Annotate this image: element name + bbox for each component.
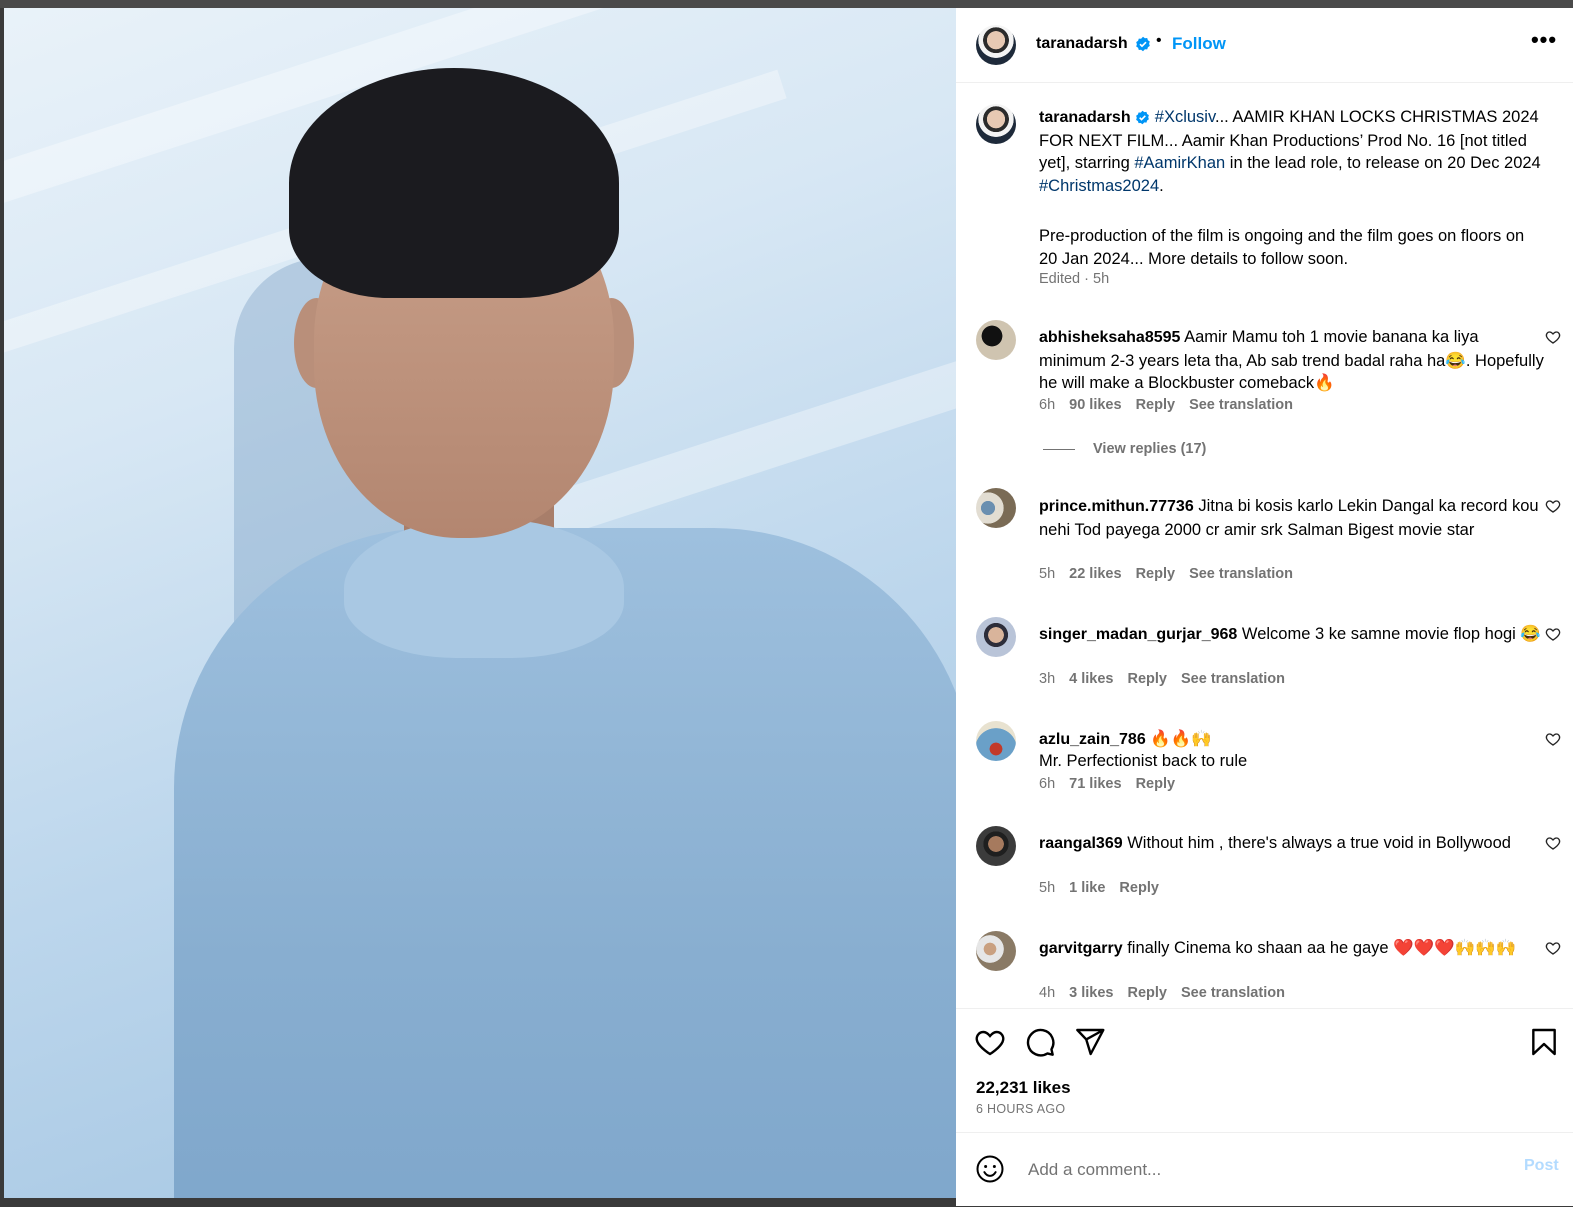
verified-badge-icon bbox=[1136, 36, 1150, 52]
comment-likes[interactable]: 71 likes bbox=[1069, 776, 1121, 792]
comment-username[interactable]: singer_madan_gurjar_968 bbox=[1039, 626, 1237, 643]
hashtag-link[interactable]: #Christmas2024 bbox=[1039, 177, 1159, 195]
comment-body: Welcome 3 ke samne movie flop hogi 😂 bbox=[1241, 625, 1541, 643]
comment-meta: 5h 22 likes Reply See translation bbox=[1039, 566, 1307, 582]
caption-paragraph-2: Pre-production of the film is ongoing an… bbox=[1039, 227, 1525, 268]
comment-likes[interactable]: 3 likes bbox=[1069, 985, 1113, 1001]
reply-button[interactable]: Reply bbox=[1119, 880, 1159, 896]
comment-time: 4h bbox=[1039, 985, 1056, 1001]
comment-username[interactable]: garvitgarry bbox=[1039, 940, 1123, 957]
top-strip bbox=[0, 0, 1573, 8]
comment-username[interactable]: prince.mithun.77736 bbox=[1039, 498, 1194, 515]
comment-body: 🔥🔥🙌 bbox=[1150, 730, 1212, 748]
avatar[interactable] bbox=[976, 488, 1016, 528]
avatar[interactable] bbox=[976, 721, 1016, 761]
comment-likes[interactable]: 1 like bbox=[1069, 880, 1105, 896]
comment-time: 5h bbox=[1039, 566, 1056, 582]
verified-badge-icon bbox=[1136, 110, 1150, 125]
comment-likes[interactable]: 22 likes bbox=[1069, 566, 1121, 582]
add-comment-bar: Post bbox=[956, 1132, 1573, 1207]
caption-body: in the lead role, to release on 20 Dec 2… bbox=[1225, 154, 1541, 173]
comment-username[interactable]: azlu_zain_786 bbox=[1039, 731, 1146, 748]
like-comment-icon[interactable] bbox=[1545, 835, 1561, 851]
view-replies-button[interactable]: View replies (17) bbox=[1093, 441, 1206, 457]
separator-dot: • bbox=[1156, 32, 1162, 49]
likes-count[interactable]: 22,231 likes bbox=[976, 1078, 1071, 1098]
see-translation-link[interactable]: See translation bbox=[1181, 671, 1285, 687]
hashtag-link[interactable]: #Xclusiv bbox=[1155, 108, 1215, 126]
save-bookmark-icon[interactable] bbox=[1528, 1026, 1560, 1058]
comment-time: 6h bbox=[1039, 776, 1056, 792]
caption-text: taranadarsh #Xclusiv... AAMIR KHAN LOCKS… bbox=[1039, 106, 1544, 197]
like-comment-icon[interactable] bbox=[1545, 498, 1561, 514]
post-actions: 22,231 likes 6 HOURS AGO bbox=[956, 1008, 1573, 1137]
reply-button[interactable]: Reply bbox=[1136, 776, 1176, 792]
reply-button[interactable]: Reply bbox=[1136, 397, 1176, 413]
comment-meta: 5h 1 like Reply bbox=[1039, 880, 1173, 896]
post-time-ago: 6 HOURS AGO bbox=[976, 1102, 1066, 1116]
avatar[interactable] bbox=[976, 617, 1016, 657]
comment-meta: 4h 3 likes Reply See translation bbox=[1039, 985, 1299, 1001]
avatar[interactable] bbox=[976, 25, 1016, 65]
see-translation-link[interactable]: See translation bbox=[1181, 985, 1285, 1001]
like-comment-icon[interactable] bbox=[1545, 940, 1561, 956]
comment-icon[interactable] bbox=[1024, 1026, 1056, 1058]
like-comment-icon[interactable] bbox=[1545, 731, 1561, 747]
comment-meta: 6h 90 likes Reply See translation bbox=[1039, 397, 1307, 413]
follow-button[interactable]: Follow bbox=[1172, 34, 1226, 54]
comment-username[interactable]: raangal369 bbox=[1039, 835, 1123, 852]
like-comment-icon[interactable] bbox=[1545, 626, 1561, 642]
hoodie-collar bbox=[344, 518, 624, 658]
see-translation-link[interactable]: See translation bbox=[1189, 566, 1293, 582]
comment-meta: 6h 71 likes Reply bbox=[1039, 776, 1189, 792]
post-header: taranadarsh • Follow ••• bbox=[956, 8, 1573, 83]
replies-line bbox=[1043, 449, 1075, 450]
avatar[interactable] bbox=[976, 931, 1016, 971]
caption-username[interactable]: taranadarsh bbox=[1039, 109, 1131, 126]
add-comment-input[interactable] bbox=[1026, 1155, 1490, 1185]
post-comment-button[interactable]: Post bbox=[1524, 1157, 1559, 1175]
reply-button[interactable]: Reply bbox=[1127, 671, 1167, 687]
caption-meta: Edited · 5h bbox=[1039, 271, 1123, 287]
comment-text: azlu_zain_786 🔥🔥🙌 bbox=[1039, 728, 1544, 752]
reply-button[interactable]: Reply bbox=[1136, 566, 1176, 582]
share-icon[interactable] bbox=[1074, 1026, 1106, 1058]
more-options-icon[interactable]: ••• bbox=[1529, 29, 1559, 60]
avatar[interactable] bbox=[976, 826, 1016, 866]
avatar[interactable] bbox=[976, 104, 1016, 144]
comment-time: 6h bbox=[1039, 397, 1056, 413]
comment-body: Without him , there's always a true void… bbox=[1127, 834, 1511, 852]
hair bbox=[289, 68, 619, 298]
post-panel: taranadarsh • Follow ••• taranadarsh #Xc… bbox=[956, 8, 1573, 1206]
header-username[interactable]: taranadarsh bbox=[1036, 35, 1128, 53]
comment-body-line2: Mr. Perfectionist back to rule bbox=[1039, 752, 1248, 770]
comment-text: singer_madan_gurjar_968 Welcome 3 ke sam… bbox=[1039, 623, 1544, 647]
post-image[interactable] bbox=[4, 8, 956, 1198]
comment-text: garvitgarry finally Cinema ko shaan aa h… bbox=[1039, 937, 1544, 961]
reply-button[interactable]: Reply bbox=[1127, 985, 1167, 1001]
comment-time: 5h bbox=[1039, 880, 1056, 896]
caption-edited-time: Edited · 5h bbox=[1039, 271, 1110, 287]
comment-username[interactable]: abhisheksaha8595 bbox=[1039, 329, 1180, 346]
like-icon[interactable] bbox=[974, 1026, 1006, 1058]
like-comment-icon[interactable] bbox=[1545, 329, 1561, 345]
comment-body: finally Cinema ko shaan aa he gaye ❤️❤️❤… bbox=[1127, 939, 1517, 957]
comments-list[interactable]: taranadarsh #Xclusiv... AAMIR KHAN LOCKS… bbox=[956, 83, 1573, 1008]
comment-likes[interactable]: 4 likes bbox=[1069, 671, 1113, 687]
avatar[interactable] bbox=[976, 320, 1016, 360]
comment-meta: 3h 4 likes Reply See translation bbox=[1039, 671, 1299, 687]
comment-time: 3h bbox=[1039, 671, 1056, 687]
emoji-icon[interactable] bbox=[975, 1154, 1005, 1184]
hashtag-link[interactable]: #AamirKhan bbox=[1134, 154, 1225, 172]
caption-body: . bbox=[1159, 176, 1164, 195]
comment-text: prince.mithun.77736 Jitna bi kosis karlo… bbox=[1039, 495, 1544, 541]
comment-text: raangal369 Without him , there's always … bbox=[1039, 832, 1544, 856]
comment-text: abhisheksaha8595 Aamir Mamu toh 1 movie … bbox=[1039, 326, 1544, 395]
comment-likes[interactable]: 90 likes bbox=[1069, 397, 1121, 413]
see-translation-link[interactable]: See translation bbox=[1189, 397, 1293, 413]
